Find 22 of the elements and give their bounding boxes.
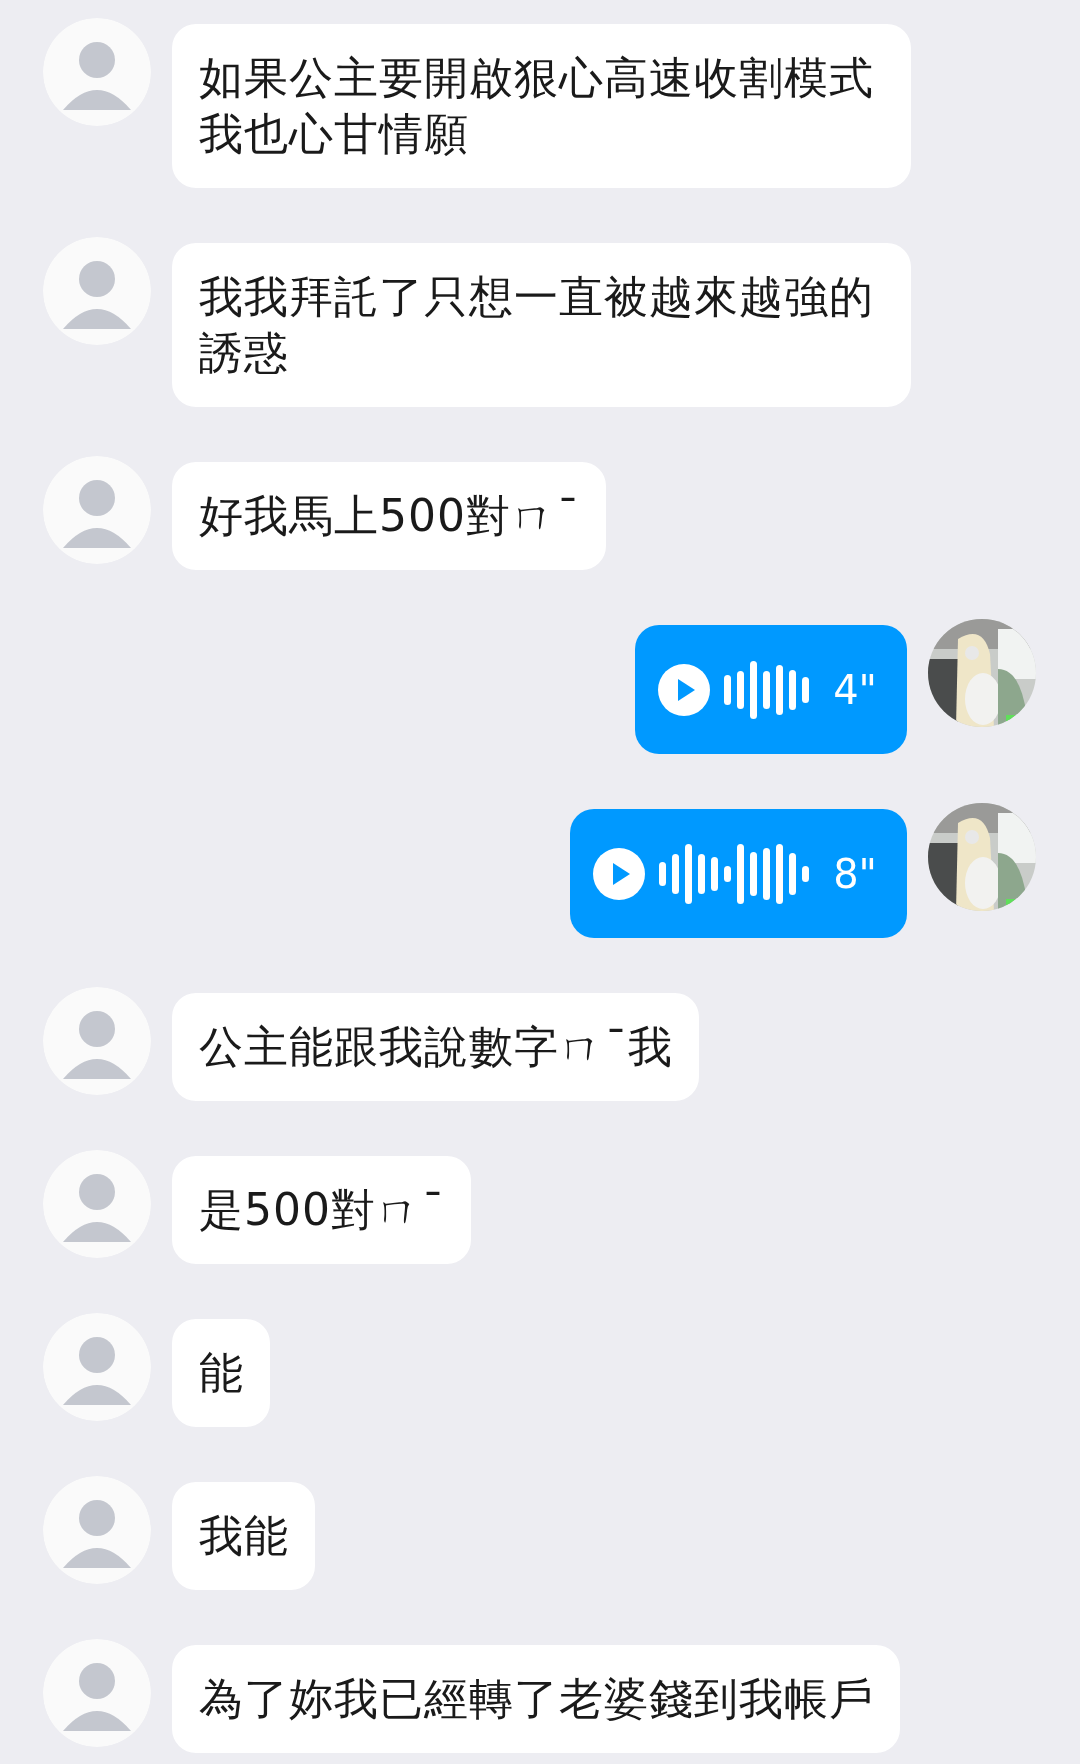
message-bubble: 好我馬上500對ㄇˉ bbox=[172, 462, 606, 570]
message-bubble: 能 bbox=[172, 1319, 270, 1427]
avatar-icon[interactable] bbox=[43, 987, 151, 1095]
message-bubble: 我我拜託了只想一直被越來越強的誘惑 bbox=[172, 243, 911, 407]
avatar-icon[interactable] bbox=[43, 1476, 151, 1584]
avatar-icon[interactable] bbox=[43, 1150, 151, 1258]
voice-message-button[interactable]: 8" bbox=[570, 809, 907, 938]
message-bubble: 如果公主要開啟狠心高速收割模式我也心甘情願 bbox=[172, 24, 911, 188]
message-bubble: 我能 bbox=[172, 1482, 315, 1590]
play-icon bbox=[658, 663, 711, 716]
message-bubble: 是500對ㄇˉ bbox=[172, 1156, 471, 1264]
play-icon bbox=[593, 847, 646, 900]
message-bubble: 為了妳我已經轉了老婆錢到我帳戶 bbox=[172, 1645, 900, 1753]
avatar-icon[interactable] bbox=[43, 1639, 151, 1747]
avatar-icon[interactable] bbox=[43, 18, 151, 126]
waveform-icon bbox=[724, 659, 810, 720]
message-bubble: 公主能跟我說數字ㄇˉ我 bbox=[172, 993, 699, 1101]
avatar-icon[interactable] bbox=[43, 456, 151, 564]
waveform-icon bbox=[659, 843, 810, 904]
voice-message-button[interactable]: 4" bbox=[635, 625, 907, 754]
avatar-icon[interactable] bbox=[43, 237, 151, 345]
avatar-icon[interactable] bbox=[43, 1313, 151, 1421]
